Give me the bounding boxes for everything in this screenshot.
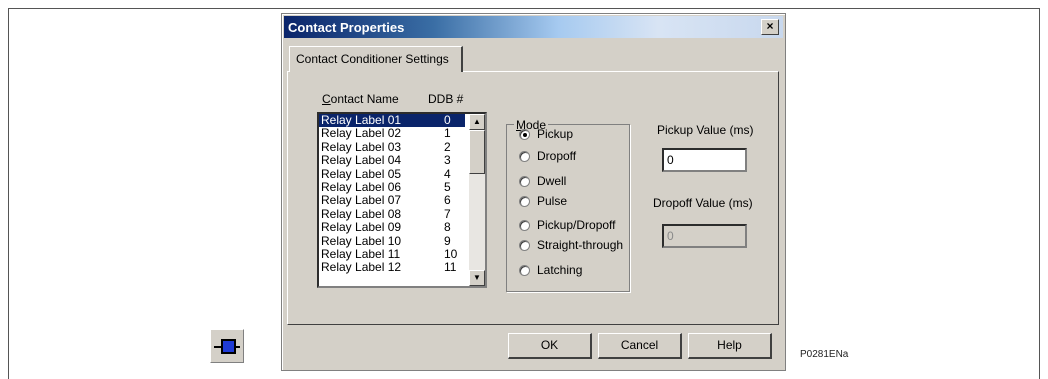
pickup-value-label: Pickup Value (ms) — [657, 123, 754, 137]
contact-name: Relay Label 12 — [321, 260, 402, 275]
help-button[interactable]: Help — [688, 333, 772, 359]
list-item[interactable]: Relay Label 12 11 — [319, 261, 485, 274]
radio-label: Latching — [537, 263, 583, 277]
contact-name: Relay Label 10 — [321, 233, 402, 248]
radio-label: Pickup/Dropoff — [537, 218, 616, 232]
ddb-number: 6 — [444, 193, 451, 208]
list-item[interactable]: Relay Label 11 10 — [319, 246, 485, 261]
list-item[interactable]: Relay Label 10 9 — [319, 233, 485, 248]
radio-circle — [519, 265, 530, 276]
tab-contact-conditioner-settings[interactable]: Contact Conditioner Settings — [289, 46, 463, 72]
contact-name: Relay Label 08 — [321, 206, 402, 221]
ddb-number: 0 — [444, 113, 451, 127]
scroll-down-button[interactable]: ▼ — [469, 270, 485, 286]
dropoff-value-label: Dropoff Value (ms) — [653, 196, 753, 210]
contact-name: Relay Label 02 — [321, 126, 402, 141]
radio-circle — [519, 220, 530, 231]
list-item[interactable]: Relay Label 04 3 — [319, 154, 485, 167]
ddb-number: 9 — [444, 233, 451, 248]
scroll-thumb[interactable] — [469, 130, 485, 174]
ddb-number: 4 — [444, 166, 451, 181]
close-icon: × — [766, 19, 774, 33]
title-bar: Contact Properties × — [284, 16, 783, 38]
vertical-scrollbar[interactable]: ▲ ▼ — [469, 114, 485, 286]
pickup-value-input[interactable]: 0 — [662, 148, 747, 172]
figure-reference: P0281ENa — [800, 349, 849, 360]
radio-label: Straight-through — [537, 238, 624, 252]
radio-circle — [519, 240, 530, 251]
radio-label: Pulse — [537, 194, 568, 208]
ddb-number: 10 — [444, 246, 458, 261]
ok-button[interactable]: OK — [508, 333, 592, 359]
icon-square — [221, 339, 236, 354]
radio-circle — [519, 176, 530, 187]
list-item[interactable]: Relay Label 03 2 — [319, 139, 485, 154]
ddb-header: DDB # — [428, 92, 464, 106]
contact-properties-dialog: Contact Properties × Contact Conditioner… — [281, 13, 786, 371]
contact-name: Relay Label 11 — [321, 246, 401, 261]
ddb-number: 7 — [444, 206, 451, 221]
ddb-number: 5 — [444, 179, 451, 194]
contact-name: Relay Label 06 — [321, 179, 402, 194]
radio-label: Dropoff — [537, 149, 577, 163]
list-item[interactable]: Relay Label 09 8 — [319, 221, 485, 234]
contact-name-header: Contact Name — [322, 92, 399, 106]
list-item[interactable]: Relay Label 06 5 — [319, 179, 485, 194]
radio-circle — [519, 151, 530, 162]
ddb-number: 2 — [444, 139, 451, 154]
radio-circle — [519, 129, 530, 140]
list-item[interactable]: Relay Label 08 7 — [319, 206, 485, 221]
ddb-number: 1 — [444, 126, 451, 141]
radio-circle — [519, 196, 530, 207]
list-item[interactable]: Relay Label 02 1 — [319, 127, 485, 140]
ddb-number: 8 — [444, 220, 451, 235]
scroll-down-icon: ▼ — [473, 273, 481, 282]
cancel-button[interactable]: Cancel — [598, 333, 682, 359]
scroll-up-button[interactable]: ▲ — [469, 114, 485, 130]
dialog-title: Contact Properties — [288, 20, 405, 35]
ddb-number: 11 — [444, 260, 457, 275]
contact-name: Relay Label 03 — [321, 139, 402, 154]
contact-conditioner-tool-icon[interactable] — [210, 329, 244, 363]
contact-listbox[interactable]: Relay Label 01 0 Relay Label 02 1 Relay Labe… — [317, 112, 487, 288]
contact-name: Relay Label 09 — [321, 220, 402, 235]
contact-name: Relay Label 01 — [321, 113, 402, 127]
radio-label: Dwell — [537, 174, 567, 188]
list-item[interactable]: Relay Label 07 6 — [319, 194, 485, 207]
ddb-number: 3 — [444, 153, 451, 168]
close-button[interactable]: × — [761, 19, 779, 35]
dropoff-value-input: 0 — [662, 224, 747, 248]
list-item[interactable]: Relay Label 05 4 — [319, 166, 485, 181]
list-item[interactable]: Relay Label 01 0 — [319, 113, 465, 128]
scroll-up-icon: ▲ — [473, 117, 481, 126]
contact-name: Relay Label 05 — [321, 166, 402, 181]
radio-label: Pickup — [537, 127, 574, 141]
contact-name: Relay Label 04 — [321, 153, 402, 168]
contact-name: Relay Label 07 — [321, 193, 402, 208]
